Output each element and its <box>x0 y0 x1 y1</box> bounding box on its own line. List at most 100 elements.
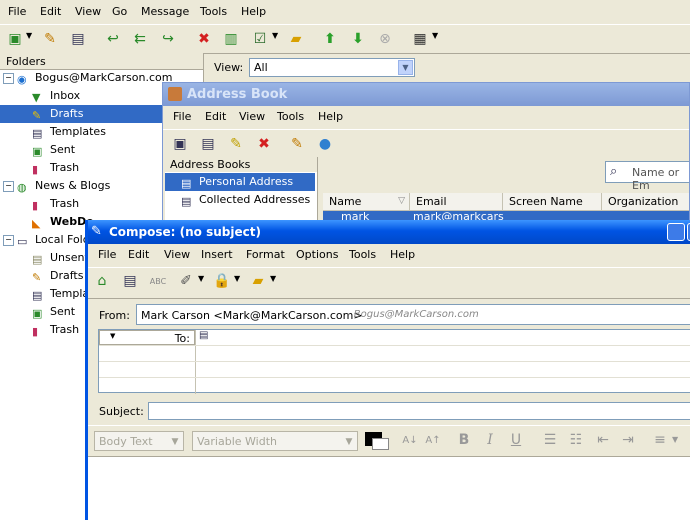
column-screen-name[interactable]: Screen Name <box>503 193 602 210</box>
recipient-type-select[interactable]: ▼ To: <box>99 330 195 345</box>
menu-file[interactable]: File <box>8 1 26 23</box>
properties-icon[interactable]: ✎ <box>226 134 246 154</box>
chevron-down-icon[interactable]: ▼ <box>398 60 413 75</box>
menu-options[interactable]: Options <box>296 244 338 266</box>
indent-icon[interactable]: ⇥ <box>618 430 638 450</box>
background-color-swatch[interactable] <box>372 438 389 450</box>
spell-icon[interactable]: ABC <box>148 271 168 291</box>
subject-input[interactable] <box>148 402 690 420</box>
write-icon[interactable]: ✎ <box>287 134 307 154</box>
menu-edit[interactable]: Edit <box>205 106 226 128</box>
from-select[interactable]: Mark Carson <Mark@MarkCarson.com> - Bogu… <box>136 304 690 325</box>
collapse-icon[interactable]: − <box>3 180 14 192</box>
delete-icon[interactable]: ✖ <box>194 29 214 49</box>
menu-message[interactable]: Message <box>141 1 189 23</box>
outdent-icon[interactable]: ⇤ <box>593 430 613 450</box>
bullet-list-icon[interactable]: ☰ <box>540 430 560 450</box>
compose-titlebar[interactable]: ✎ Compose: (no subject) <box>88 220 690 244</box>
reply-icon[interactable]: ↩ <box>103 29 123 49</box>
arrow-up-icon[interactable]: ⬆ <box>320 29 340 49</box>
contacts-icon[interactable]: ▤ <box>120 271 140 291</box>
chevron-down-icon[interactable]: ▼ <box>198 274 204 283</box>
paragraph-style-select[interactable]: Body Text ▼ <box>94 431 184 451</box>
arrow-down-icon[interactable]: ⬇ <box>348 29 368 49</box>
numbered-list-icon[interactable]: ☷ <box>566 430 586 450</box>
column-name[interactable]: Name ▽ <box>323 193 410 210</box>
save-icon[interactable]: ▰ <box>248 271 268 291</box>
menu-file[interactable]: File <box>98 244 116 266</box>
menu-edit[interactable]: Edit <box>128 244 149 266</box>
chevron-down-icon[interactable]: ▼ <box>234 274 240 283</box>
menu-help[interactable]: Help <box>318 106 343 128</box>
menu-insert[interactable]: Insert <box>201 244 233 266</box>
menu-view[interactable]: View <box>164 244 190 266</box>
new-card-icon[interactable]: ▣ <box>170 134 190 154</box>
folder-sent[interactable]: ▣ Sent <box>32 141 75 159</box>
junk-icon[interactable]: ▥ <box>221 29 241 49</box>
menu-go[interactable]: Go <box>112 1 127 23</box>
message-body[interactable] <box>88 456 690 520</box>
menu-tools[interactable]: Tools <box>277 106 304 128</box>
folder-drafts[interactable]: ✎ Drafts <box>32 267 83 285</box>
address-book-titlebar[interactable]: Address Book <box>163 83 689 106</box>
mark-icon[interactable]: ☑ <box>250 29 270 49</box>
align-icon[interactable]: ≡ <box>650 430 670 450</box>
book-personal[interactable]: ▤ Personal Address Book <box>165 173 315 206</box>
folder-templates[interactable]: ▤ Templates <box>32 123 106 141</box>
folder-trash[interactable]: ▮ Trash <box>32 195 79 213</box>
menu-file[interactable]: File <box>173 106 191 128</box>
folder-inbox[interactable]: ▼ Inbox <box>32 87 80 105</box>
menu-tools[interactable]: Tools <box>349 244 376 266</box>
decrease-font-icon[interactable]: A↓ <box>400 430 420 450</box>
write-icon[interactable]: ✎ <box>40 29 60 49</box>
folder-unsent[interactable]: ▤ Unsent <box>32 249 89 267</box>
folder-news-blogs[interactable]: − ◍ News & Blogs <box>3 177 110 195</box>
menu-tools[interactable]: Tools <box>200 1 227 23</box>
view-select[interactable]: All ▼ <box>249 58 415 77</box>
minimize-button[interactable] <box>667 223 685 241</box>
collapse-icon[interactable]: − <box>3 234 14 246</box>
chevron-down-icon[interactable]: ▼ <box>270 274 276 283</box>
folder-account[interactable]: − ◉ Bogus@MarkCarson.com <box>3 69 172 87</box>
italic-icon[interactable]: I <box>480 430 500 450</box>
folder-trash[interactable]: ▮ Trash <box>32 159 79 177</box>
new-list-icon[interactable]: ▤ <box>198 134 218 154</box>
print-icon[interactable]: ▦ <box>410 29 430 49</box>
chat-icon[interactable]: ● <box>315 134 335 154</box>
menu-help[interactable]: Help <box>241 1 266 23</box>
folder-templates[interactable]: ▤ Templa <box>32 285 89 303</box>
chevron-down-icon[interactable]: ▼ <box>672 435 678 444</box>
stop-icon[interactable]: ⊗ <box>375 29 395 49</box>
chevron-down-icon[interactable]: ▼ <box>272 31 278 40</box>
menu-edit[interactable]: Edit <box>40 1 61 23</box>
security-icon[interactable]: 🔒 <box>212 271 232 291</box>
column-organization[interactable]: Organization <box>602 193 689 210</box>
file-icon[interactable]: ▰ <box>286 29 306 49</box>
increase-font-icon[interactable]: A↑ <box>423 430 443 450</box>
delete-icon[interactable]: ✖ <box>254 134 274 154</box>
search-input[interactable]: ⌕ Name or Em <box>605 161 689 192</box>
recipient-grid[interactable]: ▼ To: ▤ <box>98 329 690 394</box>
collapse-icon[interactable]: − <box>3 72 14 84</box>
menu-format[interactable]: Format <box>246 244 285 266</box>
folder-trash[interactable]: ▮ Trash <box>32 321 79 339</box>
send-icon[interactable]: ⌂ <box>92 271 112 291</box>
forward-icon[interactable]: ↪ <box>158 29 178 49</box>
menu-help[interactable]: Help <box>390 244 415 266</box>
book-collected[interactable]: ▤ Collected Addresses <box>165 191 315 209</box>
reply-all-icon[interactable]: ⇇ <box>130 29 150 49</box>
menu-view[interactable]: View <box>239 106 265 128</box>
font-select[interactable]: Variable Width ▼ <box>192 431 358 451</box>
underline-icon[interactable]: U <box>506 430 526 450</box>
folder-sent[interactable]: ▣ Sent <box>32 303 75 321</box>
folder-drafts[interactable]: ✎ Drafts <box>0 105 162 123</box>
column-email[interactable]: Email <box>410 193 503 210</box>
address-book-icon[interactable]: ▤ <box>68 29 88 49</box>
chevron-down-icon[interactable]: ▼ <box>26 31 32 40</box>
get-mail-icon[interactable]: ▣ <box>5 29 25 49</box>
chevron-down-icon[interactable]: ▼ <box>432 31 438 40</box>
bold-icon[interactable]: B <box>454 430 474 450</box>
attach-icon[interactable]: ✐ <box>176 271 196 291</box>
menu-view[interactable]: View <box>75 1 101 23</box>
folder-local[interactable]: − ▭ Local Folde <box>3 231 96 249</box>
